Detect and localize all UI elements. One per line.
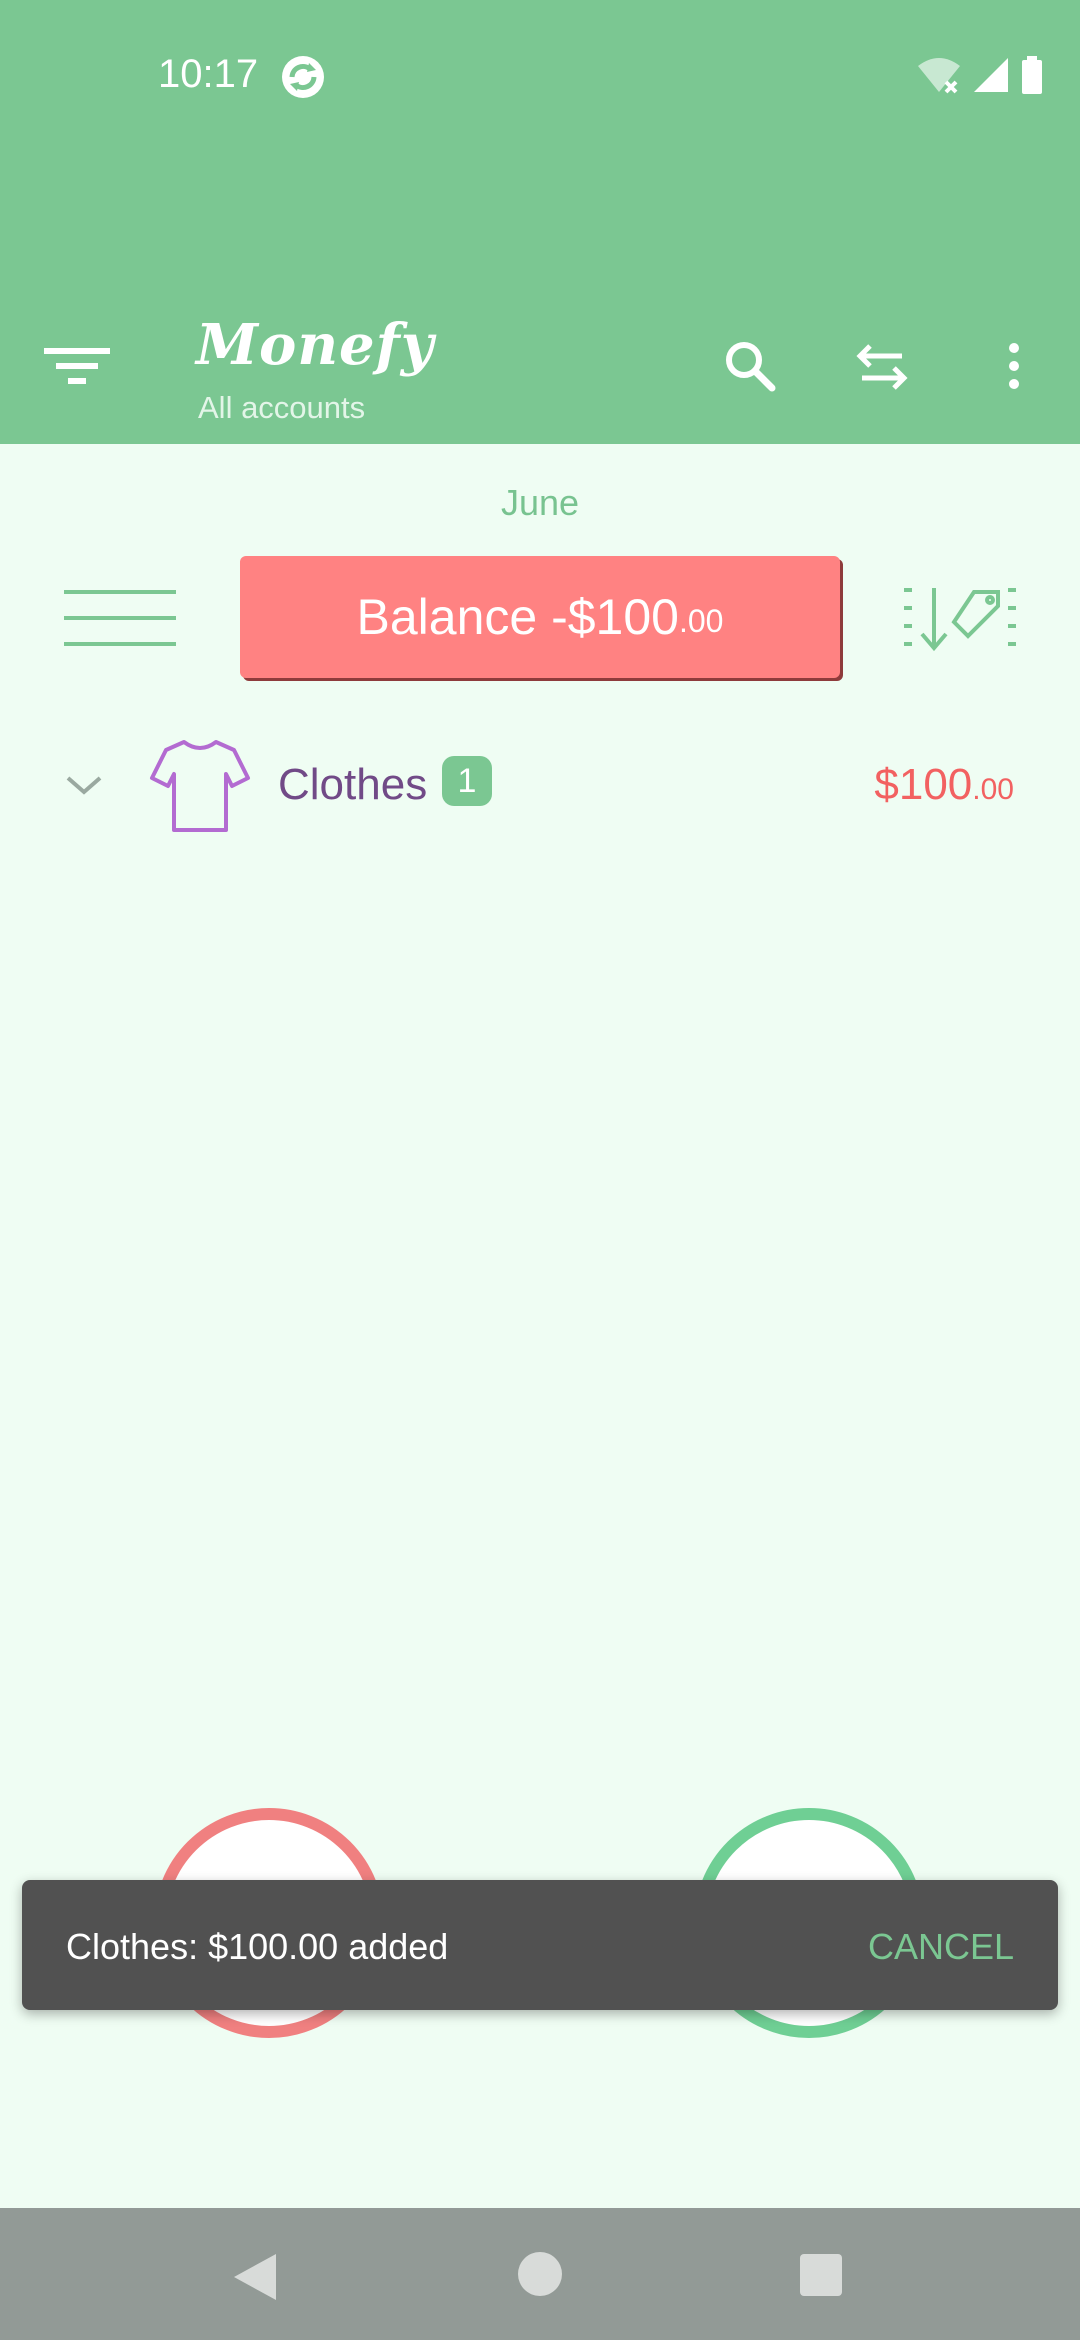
category-row[interactable]: Clothes 1 $100.00	[0, 720, 1080, 850]
category-amount-cents: .00	[972, 773, 1014, 806]
recents-icon[interactable]	[800, 2254, 842, 2296]
shirt-icon	[150, 740, 250, 832]
menu-lines-icon[interactable]	[64, 586, 176, 650]
status-time: 10:17	[158, 52, 259, 96]
period-label[interactable]: June	[0, 482, 1080, 524]
balance-amount: Balance -$100	[356, 589, 679, 645]
balance-button[interactable]: Balance -$100.00	[240, 556, 840, 678]
sync-icon	[282, 56, 324, 98]
balance-cents: .00	[678, 602, 724, 639]
transfer-icon[interactable]	[850, 334, 914, 398]
snackbar-message: Clothes: $100.00 added	[66, 1926, 449, 1967]
sort-price-tag-icon[interactable]	[902, 584, 1018, 654]
wifi-off-icon	[918, 58, 960, 94]
account-subtitle[interactable]: All accounts	[198, 390, 365, 426]
search-icon[interactable]	[718, 334, 782, 398]
status-icons	[916, 56, 1044, 94]
app-header: 10:17 Monefy All accounts	[0, 0, 1080, 444]
battery-icon	[1022, 56, 1042, 94]
filter-menu-icon[interactable]	[42, 344, 112, 388]
app-title: Monefy	[196, 312, 435, 378]
more-vert-icon[interactable]	[982, 334, 1046, 398]
chevron-down-icon[interactable]	[62, 772, 106, 800]
signal-icon	[974, 58, 1008, 92]
home-icon[interactable]	[518, 2252, 562, 2296]
category-amount-main: $100	[874, 760, 973, 809]
system-nav-bar	[0, 2208, 1080, 2340]
category-name: Clothes	[278, 760, 428, 809]
snackbar: Clothes: $100.00 added CANCEL	[22, 1880, 1058, 2010]
back-icon[interactable]	[232, 2252, 278, 2302]
category-amount: $100.00	[874, 760, 1014, 810]
snackbar-cancel-button[interactable]: CANCEL	[868, 1926, 1014, 1968]
category-count-badge: 1	[442, 756, 492, 806]
